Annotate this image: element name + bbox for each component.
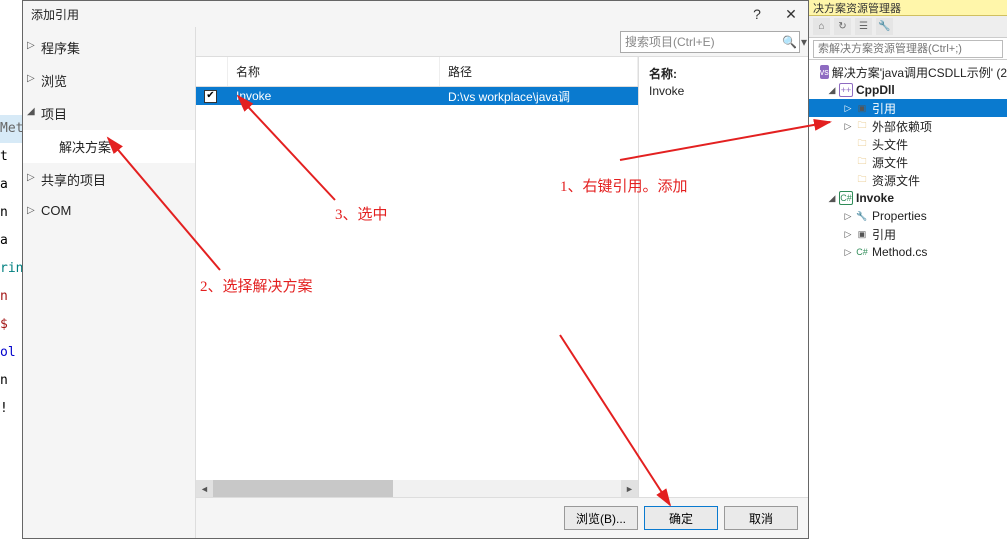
solution-toolbar: ⌂ ↻ ☰ 🔧	[809, 16, 1007, 38]
sidebar-item-label: 解决方案	[59, 140, 111, 155]
folder-icon: 🗀	[855, 155, 869, 169]
solution-explorer-title: 决方案资源管理器	[809, 0, 1007, 16]
dialog-title: 添加引用	[31, 6, 740, 23]
chevron-right-icon[interactable]: ▷	[843, 121, 853, 132]
caret-icon: ▷	[27, 73, 35, 84]
solution-icon: vs	[820, 65, 829, 79]
solution-search-input[interactable]	[813, 40, 1003, 58]
search-row: 🔍 ▾	[196, 27, 808, 57]
toolbar-refresh-icon[interactable]: ↻	[834, 18, 851, 35]
chevron-down-icon[interactable]: ◢	[827, 85, 837, 96]
references-icon: ▣	[855, 101, 869, 115]
chevron-right-icon[interactable]: ▷	[843, 247, 853, 258]
wrench-icon: 🔧	[855, 209, 869, 223]
caret-icon: ▷	[27, 205, 35, 216]
sidebar-item-label: 共享的项目	[41, 173, 106, 188]
tree-resources[interactable]: 🗀 资源文件	[809, 171, 1007, 189]
background-code: Met t a n a rin n $ ol n !	[0, 0, 22, 539]
browse-button[interactable]: 浏览(B)...	[564, 506, 638, 530]
search-icon: 🔍	[780, 35, 799, 49]
sidebar-item-label: COM	[41, 203, 71, 218]
column-name[interactable]: 名称	[228, 57, 440, 86]
sidebar-item-projects[interactable]: ◢ 项目	[23, 97, 195, 130]
horizontal-scrollbar[interactable]: ◄ ►	[196, 480, 638, 497]
sidebar-item-label: 浏览	[41, 74, 67, 89]
tree-cppdll[interactable]: ◢ ++ CppDll	[809, 81, 1007, 99]
references-icon: ▣	[855, 227, 869, 241]
sidebar-item-com[interactable]: ▷ COM	[23, 196, 195, 225]
cpp-project-icon: ++	[839, 83, 853, 97]
folder-icon: 🗀	[855, 119, 869, 133]
solution-explorer: 决方案资源管理器 ⌂ ↻ ☰ 🔧 vs 解决方案'java调用CSDLL示例' …	[809, 0, 1007, 290]
solution-search	[809, 38, 1007, 60]
tree-solution[interactable]: vs 解决方案'java调用CSDLL示例' (2	[809, 63, 1007, 81]
search-input[interactable]	[625, 35, 780, 49]
sidebar-item-shared[interactable]: ▷ 共享的项目	[23, 163, 195, 196]
detail-label: 名称:	[649, 65, 798, 82]
search-box[interactable]: 🔍 ▾	[620, 31, 800, 53]
dropdown-icon[interactable]: ▾	[799, 35, 808, 49]
dialog-buttons: 浏览(B)... 确定 取消	[196, 497, 808, 538]
category-sidebar: ▷ 程序集 ▷ 浏览 ◢ 项目 解决方案 ▷ 共享的项目 ▷ COM	[23, 27, 195, 538]
toolbar-home-icon[interactable]: ⌂	[813, 18, 830, 35]
row-checkbox[interactable]: ✔	[204, 90, 217, 103]
sidebar-item-browse[interactable]: ▷ 浏览	[23, 64, 195, 97]
column-path[interactable]: 路径	[440, 57, 638, 86]
csharp-project-icon: C#	[839, 191, 853, 205]
sidebar-item-label: 程序集	[41, 41, 80, 56]
ok-button[interactable]: 确定	[644, 506, 718, 530]
csharp-file-icon: C#	[855, 245, 869, 259]
folder-icon: 🗀	[855, 137, 869, 151]
chevron-right-icon[interactable]: ▷	[843, 211, 853, 222]
caret-icon: ◢	[27, 106, 35, 117]
row-name: Invoke	[228, 89, 440, 103]
row-path: D:\vs workplace\java调	[440, 88, 638, 105]
caret-icon: ▷	[27, 172, 35, 183]
chevron-right-icon[interactable]: ▷	[843, 103, 853, 114]
chevron-right-icon[interactable]: ▷	[843, 229, 853, 240]
titlebar: 添加引用 ? ✕	[23, 1, 808, 27]
list-row[interactable]: ✔ Invoke D:\vs workplace\java调	[196, 87, 638, 105]
tree-references[interactable]: ▷ ▣ 引用	[809, 99, 1007, 117]
folder-icon: 🗀	[855, 173, 869, 187]
scrollbar-thumb[interactable]	[213, 480, 393, 497]
caret-icon: ▷	[27, 40, 35, 51]
tree-properties[interactable]: ▷ 🔧 Properties	[809, 207, 1007, 225]
sidebar-item-assemblies[interactable]: ▷ 程序集	[23, 31, 195, 64]
detail-value: Invoke	[649, 84, 798, 98]
help-button[interactable]: ?	[740, 3, 774, 25]
toolbar-properties-icon[interactable]: 🔧	[876, 18, 893, 35]
close-button[interactable]: ✕	[774, 3, 808, 25]
scroll-left-icon[interactable]: ◄	[196, 480, 213, 497]
tree-extdep[interactable]: ▷ 🗀 外部依赖项	[809, 117, 1007, 135]
tree-sources[interactable]: 🗀 源文件	[809, 153, 1007, 171]
solution-tree: vs 解决方案'java调用CSDLL示例' (2 ◢ ++ CppDll ▷ …	[809, 60, 1007, 264]
tree-references2[interactable]: ▷ ▣ 引用	[809, 225, 1007, 243]
tree-headers[interactable]: 🗀 头文件	[809, 135, 1007, 153]
scroll-right-icon[interactable]: ►	[621, 480, 638, 497]
toolbar-show-icon[interactable]: ☰	[855, 18, 872, 35]
tree-methodcs[interactable]: ▷ C# Method.cs	[809, 243, 1007, 261]
add-reference-dialog: 添加引用 ? ✕ ▷ 程序集 ▷ 浏览 ◢ 项目 解决方案 ▷	[22, 0, 809, 539]
sidebar-item-label: 项目	[41, 107, 67, 122]
tree-invoke[interactable]: ◢ C# Invoke	[809, 189, 1007, 207]
detail-pane: 名称: Invoke	[638, 57, 808, 497]
list-header: 名称 路径	[196, 57, 638, 87]
sidebar-item-solution[interactable]: 解决方案	[23, 130, 195, 163]
chevron-down-icon[interactable]: ◢	[827, 193, 837, 204]
cancel-button[interactable]: 取消	[724, 506, 798, 530]
